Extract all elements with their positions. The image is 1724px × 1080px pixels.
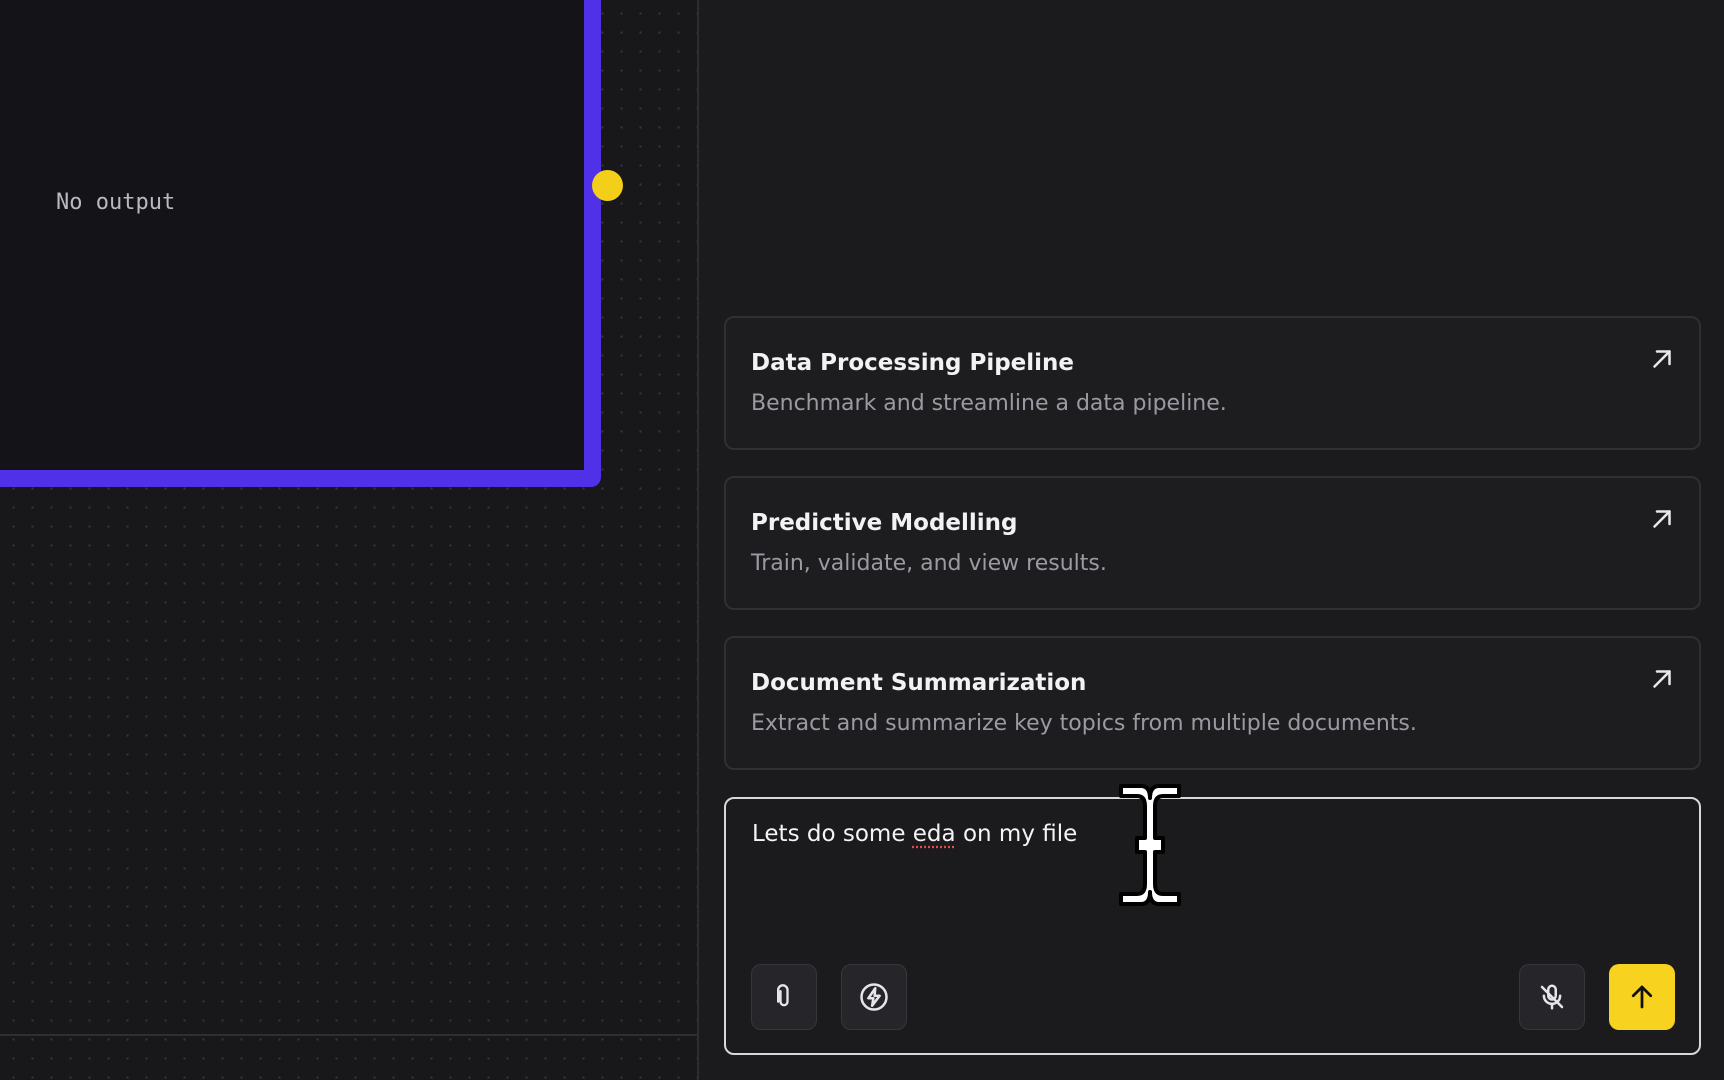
text-cursor-icon — [1119, 784, 1181, 906]
suggestion-description: Extract and summarize key topics from mu… — [751, 711, 1417, 736]
lightning-icon — [860, 983, 888, 1011]
chat-text-end: on my file — [955, 821, 1078, 847]
suggestion-title: Predictive Modelling — [751, 510, 1018, 536]
workflow-canvas[interactable]: No output — [0, 0, 698, 1080]
canvas-bottom-divider — [0, 1034, 698, 1036]
mic-off-icon — [1540, 984, 1564, 1010]
node-connector-handle[interactable] — [592, 170, 623, 201]
quick-action-button[interactable] — [841, 964, 907, 1030]
arrow-up-right-icon — [1653, 670, 1671, 688]
chat-pane: Data Processing Pipeline Benchmark and s… — [699, 0, 1724, 1080]
microphone-button[interactable] — [1519, 964, 1585, 1030]
send-button[interactable] — [1609, 964, 1675, 1030]
no-output-label: No output — [56, 190, 176, 215]
arrow-up-icon — [1631, 985, 1653, 1009]
chat-input[interactable]: Lets do some eda on my file — [724, 797, 1701, 1055]
chat-text-start: Lets do some — [752, 821, 913, 847]
suggestion-description: Benchmark and streamline a data pipeline… — [751, 391, 1227, 416]
suggestion-card-predictive-modelling[interactable]: Predictive Modelling Train, validate, an… — [724, 476, 1701, 610]
suggestion-title: Data Processing Pipeline — [751, 350, 1075, 376]
output-node[interactable] — [0, 0, 601, 487]
misspelled-word: eda — [912, 821, 956, 847]
arrow-up-right-icon — [1653, 510, 1671, 528]
suggestion-card-data-processing[interactable]: Data Processing Pipeline Benchmark and s… — [724, 316, 1701, 450]
arrow-up-right-icon — [1653, 350, 1671, 368]
chat-input-text[interactable]: Lets do some eda on my file — [752, 821, 1077, 847]
suggestion-description: Train, validate, and view results. — [751, 551, 1107, 576]
paperclip-icon — [777, 984, 789, 1007]
suggestion-title: Document Summarization — [751, 670, 1087, 696]
attach-file-button[interactable] — [751, 964, 817, 1030]
suggestion-card-document-summarization[interactable]: Document Summarization Extract and summa… — [724, 636, 1701, 770]
